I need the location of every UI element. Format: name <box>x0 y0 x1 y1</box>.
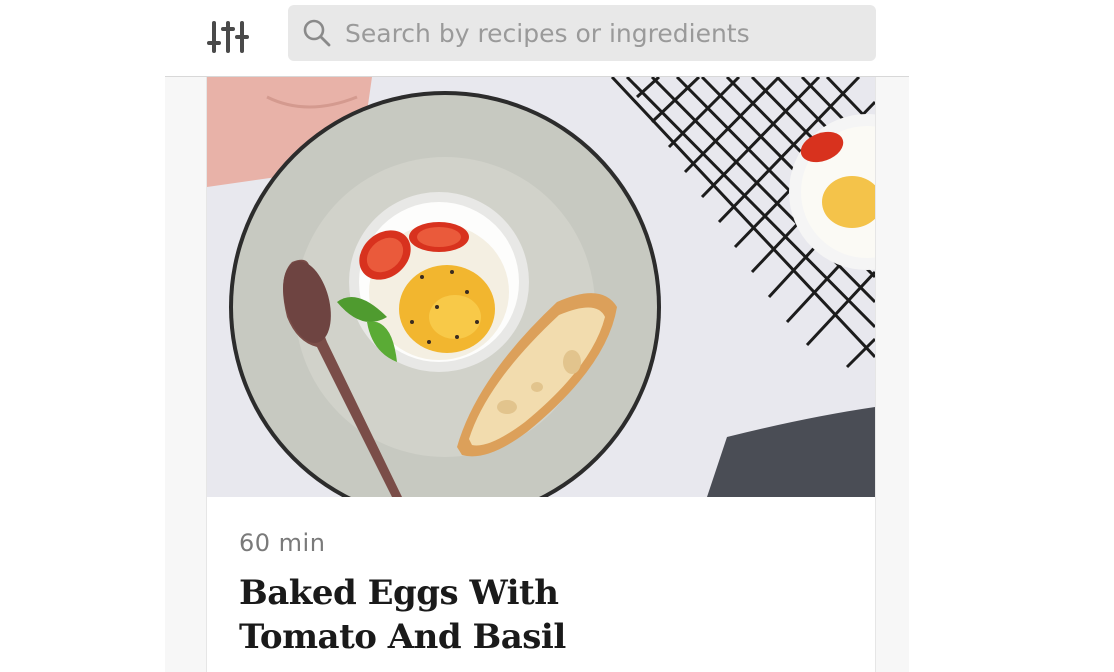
app-page: 60 min Baked Eggs With Tomato And Basil <box>0 0 1114 672</box>
filter-button[interactable] <box>200 14 256 60</box>
filter-sliders-icon <box>207 21 249 53</box>
search-bar[interactable] <box>288 5 876 61</box>
recipe-title[interactable]: Baked Eggs With Tomato And Basil <box>239 571 699 659</box>
search-input[interactable] <box>345 5 860 61</box>
recipe-time: 60 min <box>239 529 326 557</box>
recipe-image[interactable] <box>207 77 875 497</box>
search-icon <box>303 19 331 47</box>
recipe-card[interactable]: 60 min Baked Eggs With Tomato And Basil <box>206 77 876 672</box>
